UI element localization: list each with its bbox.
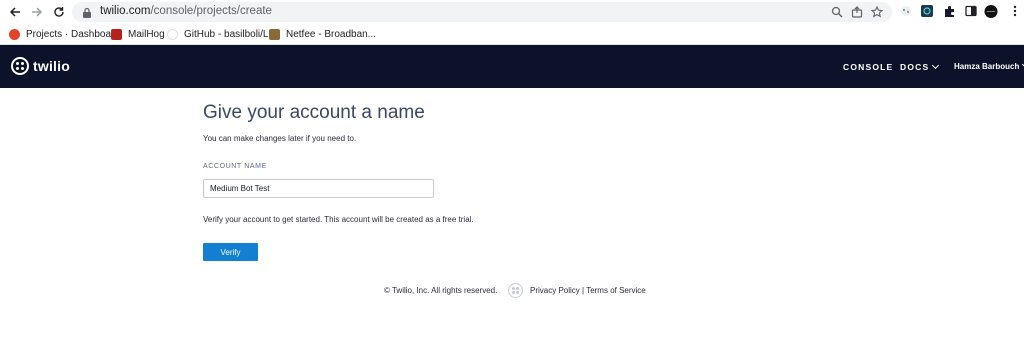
- puzzle-icon[interactable]: [942, 4, 956, 18]
- back-icon[interactable]: [7, 4, 23, 20]
- page-title: Give your account a name: [203, 102, 425, 123]
- twilio-logo-icon: [11, 57, 29, 75]
- chevron-down-icon: [932, 61, 940, 70]
- footer-separator: |: [582, 286, 585, 295]
- bookmark-item[interactable]: MailHog: [111, 27, 165, 42]
- bookmarks-bar: Projects · Dashboar... MailHog GitHub - …: [0, 24, 1024, 45]
- forward-icon[interactable]: [29, 4, 45, 20]
- bookmark-star-icon[interactable]: [870, 5, 884, 19]
- page-subtitle: You can make changes later if you need t…: [203, 134, 357, 143]
- user-name: Hamza Barbouch: [954, 62, 1020, 71]
- footer-links: Privacy Policy | Terms of Service: [530, 286, 646, 295]
- gitlab-icon: [9, 29, 20, 40]
- browser-toolbar: twilio.com/console/projects/create: [0, 0, 1024, 24]
- bookmark-item[interactable]: Netfee - Broadban...: [269, 27, 376, 42]
- reload-icon[interactable]: [51, 4, 67, 20]
- github-icon: [167, 29, 178, 40]
- extension-icon[interactable]: [920, 4, 934, 18]
- url-text: twilio.com/console/projects/create: [100, 5, 272, 17]
- twilio-footer-logo-icon: [508, 283, 523, 298]
- bookmark-item[interactable]: Projects · Dashboar...: [9, 27, 122, 42]
- top-navigation: twilio CONSOLE DOCS Hamza Barbouch: [0, 45, 1024, 88]
- share-icon[interactable]: [850, 5, 864, 19]
- brand-name: twilio: [33, 58, 70, 74]
- docs-label: DOCS: [900, 62, 930, 72]
- verify-note: Verify your account to get started. This…: [203, 215, 474, 224]
- privacy-policy-link[interactable]: Privacy Policy: [530, 286, 580, 295]
- mailhog-icon: [111, 29, 122, 40]
- console-link[interactable]: CONSOLE: [843, 62, 893, 72]
- more-menu-icon[interactable]: [1008, 4, 1022, 18]
- zoom-icon[interactable]: [830, 5, 844, 19]
- profile-avatar-icon[interactable]: [984, 4, 998, 18]
- user-menu[interactable]: Hamza Barbouch: [954, 60, 1024, 71]
- bookmark-item[interactable]: GitHub - basilboli/L...: [167, 27, 277, 42]
- docs-dropdown[interactable]: DOCS: [900, 61, 940, 72]
- account-name-input[interactable]: [203, 179, 434, 198]
- terms-of-service-link[interactable]: Terms of Service: [586, 286, 646, 295]
- verify-button[interactable]: Verify: [203, 243, 258, 261]
- copyright-text: © Twilio, Inc. All rights reserved.: [384, 286, 498, 295]
- sidepanel-icon[interactable]: [964, 4, 978, 18]
- twilio-logo[interactable]: twilio: [11, 57, 70, 75]
- extension-icon[interactable]: [899, 4, 913, 18]
- netfee-icon: [269, 29, 280, 40]
- lock-icon: [82, 6, 94, 18]
- account-name-label: ACCOUNT NAME: [203, 163, 267, 170]
- address-bar[interactable]: twilio.com/console/projects/create: [72, 2, 892, 22]
